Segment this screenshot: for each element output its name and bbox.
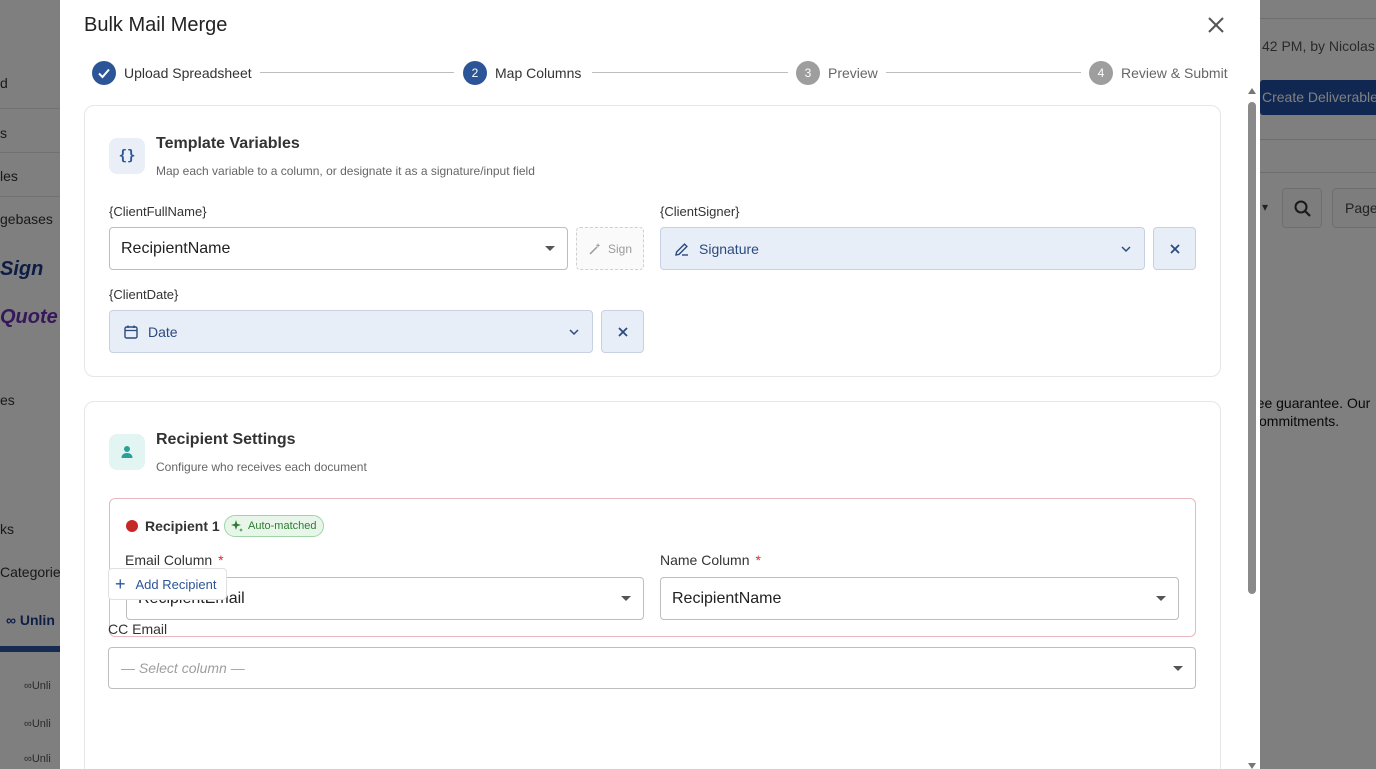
check-icon (92, 61, 116, 85)
select-value: Signature (699, 240, 759, 257)
clear-date-button[interactable] (601, 310, 644, 353)
section-title: Template Variables (156, 135, 300, 152)
scroll-up-arrow-icon[interactable] (1248, 88, 1256, 94)
dialog-scrollbar[interactable] (1246, 88, 1260, 769)
add-recipient-button[interactable]: + Add Recipient (108, 568, 228, 600)
dialog-title: Bulk Mail Merge (84, 14, 228, 36)
recipient-name: Recipient 1 (145, 518, 220, 534)
name-column-select[interactable]: RecipientName (660, 577, 1179, 620)
recipient-1-box: Recipient 1 Auto-matched Email Column* R… (109, 498, 1196, 637)
step-map-columns[interactable]: 2 Map Columns (463, 60, 581, 86)
step-label: Map Columns (495, 65, 582, 81)
client-signer-select[interactable]: Signature (660, 227, 1145, 270)
name-column-label: Name Column * (660, 552, 761, 568)
variable-label: {ClientDate} (109, 287, 179, 302)
close-button[interactable] (1204, 13, 1228, 37)
auto-matched-badge: Auto-matched (224, 515, 325, 537)
person-icon (109, 434, 145, 470)
edit-pencil-icon (675, 242, 688, 256)
caret-down-icon (621, 596, 631, 601)
select-value: RecipientName (121, 239, 231, 257)
chevron-down-icon (569, 329, 579, 336)
section-subtitle: Map each variable to a column, or design… (156, 164, 535, 178)
step-connector (592, 72, 788, 73)
step-upload-spreadsheet[interactable]: Upload Spreadsheet (92, 60, 252, 86)
step-review-submit[interactable]: 4 Review & Submit (1089, 60, 1228, 86)
recipient-color-dot (126, 520, 138, 532)
client-date-select[interactable]: Date (109, 310, 593, 353)
recipient-settings-card: Recipient Settings Configure who receive… (84, 401, 1221, 769)
step-label: Preview (828, 65, 878, 81)
select-value: Date (148, 323, 178, 340)
caret-down-icon (1156, 596, 1166, 601)
step-connector (886, 72, 1081, 73)
section-subtitle: Configure who receives each document (156, 460, 367, 474)
step-preview[interactable]: 3 Preview (796, 60, 878, 86)
braces-icon: {} (109, 138, 145, 174)
section-title: Recipient Settings (156, 431, 296, 448)
step-number: 3 (796, 61, 820, 85)
email-column-label: Email Column * (125, 552, 224, 568)
sign-button[interactable]: Sign (576, 227, 644, 270)
sparkle-icon (231, 520, 243, 532)
client-fullname-select[interactable]: RecipientName (109, 227, 568, 270)
calendar-icon (124, 325, 138, 339)
step-label: Review & Submit (1121, 65, 1228, 81)
chevron-down-icon (1121, 246, 1131, 253)
select-placeholder: — Select column — (121, 660, 245, 676)
step-label: Upload Spreadsheet (124, 65, 252, 81)
close-icon (1169, 243, 1180, 254)
step-connector (260, 72, 454, 73)
clear-signer-button[interactable] (1153, 227, 1196, 270)
step-number: 4 (1089, 61, 1113, 85)
caret-down-icon (545, 246, 555, 251)
close-icon (1208, 17, 1224, 33)
step-number: 2 (463, 61, 487, 85)
bulk-mail-merge-dialog: Bulk Mail Merge Upload Spreadsheet 2 Map… (60, 0, 1260, 769)
template-variables-card: {} Template Variables Map each variable … (84, 105, 1221, 377)
caret-down-icon (1173, 666, 1183, 671)
plus-icon: + (115, 574, 126, 594)
scroll-down-arrow-icon[interactable] (1248, 763, 1256, 769)
variable-label: {ClientSigner} (660, 204, 740, 219)
stepper: Upload Spreadsheet 2 Map Columns 3 Previ… (92, 60, 1228, 86)
scrollbar-thumb[interactable] (1248, 102, 1256, 594)
magic-wand-icon (589, 242, 601, 255)
select-value: RecipientName (672, 589, 782, 607)
cc-email-label: CC Email (108, 621, 168, 637)
close-icon (617, 326, 628, 337)
cc-email-select[interactable]: — Select column — (108, 647, 1196, 689)
variable-label: {ClientFullName} (109, 204, 207, 219)
